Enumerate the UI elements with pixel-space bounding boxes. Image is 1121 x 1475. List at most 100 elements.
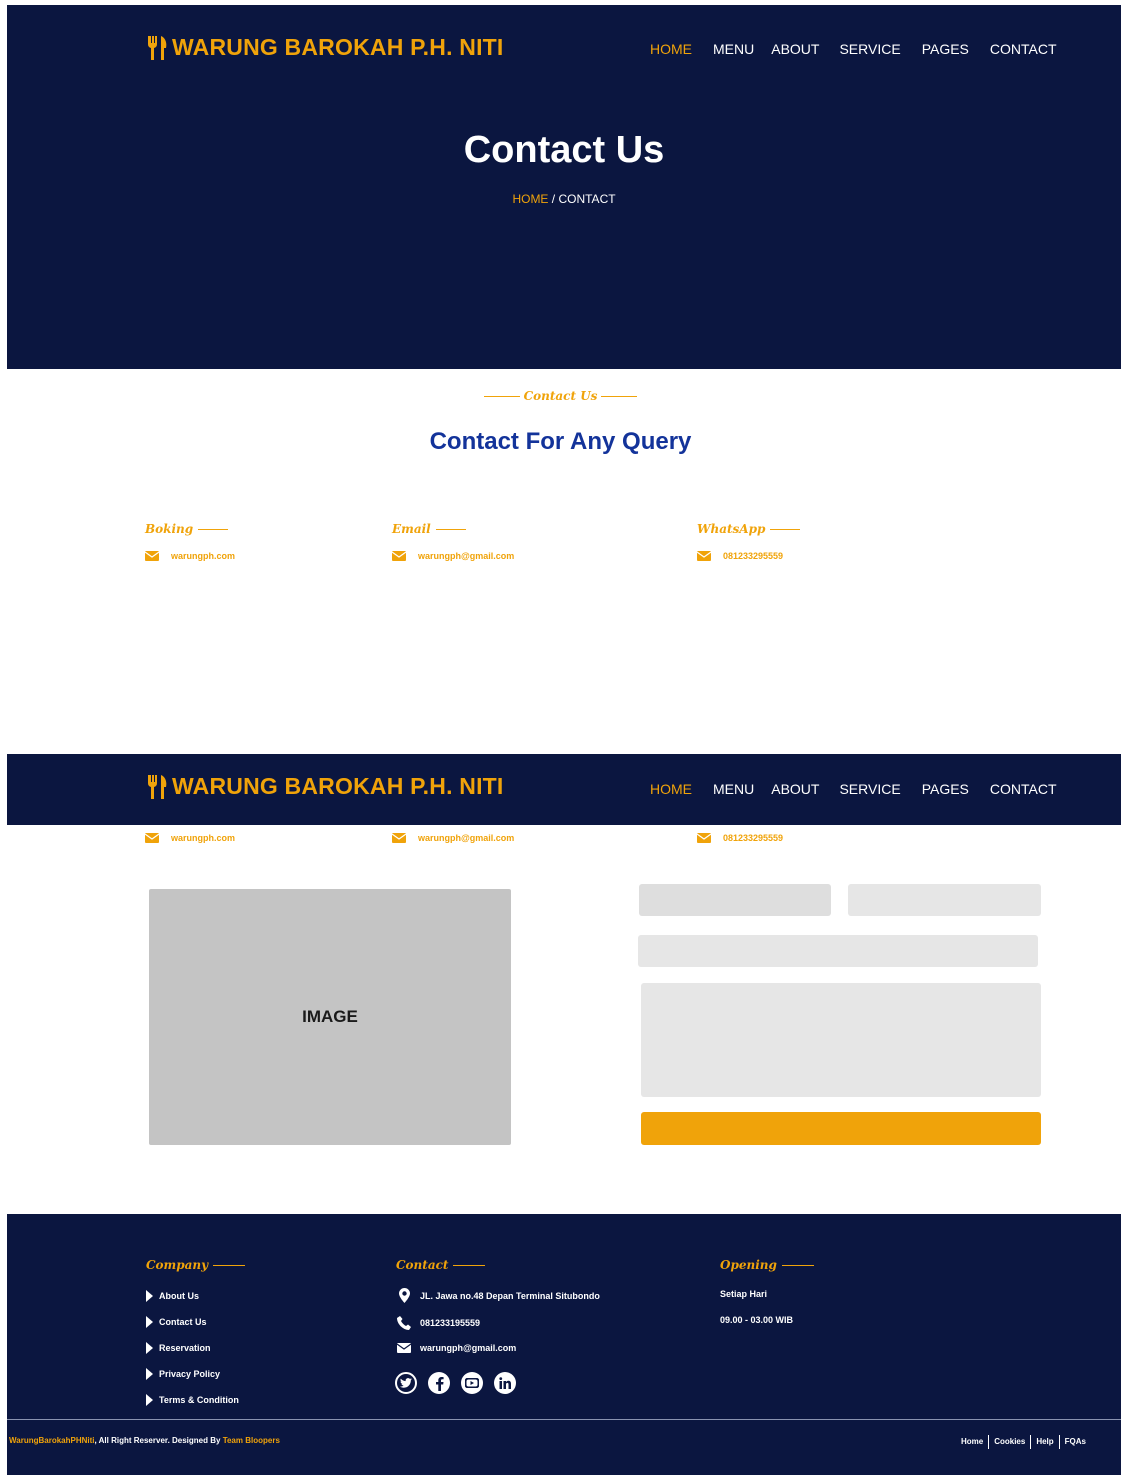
sticky-nav: HOME MENU ABOUT SERVICE PAGES CONTACT	[650, 781, 1057, 797]
twitter-icon[interactable]	[395, 1372, 417, 1394]
youtube-icon[interactable]	[461, 1372, 483, 1394]
footer-link-contact[interactable]: Contact Us	[146, 1316, 207, 1328]
footer-email-text: warungph@gmail.com	[420, 1343, 517, 1353]
footer-email[interactable]: warungph@gmail.com	[395, 1343, 516, 1353]
nav-service[interactable]: SERVICE	[839, 781, 900, 797]
heading-line	[213, 1264, 246, 1266]
footer-address-text: JL. Jawa no.48 Depan Terminal Situbondo	[420, 1290, 600, 1301]
caret-right-icon	[146, 1290, 153, 1302]
footer-link-terms[interactable]: Terms & Condition	[146, 1394, 239, 1406]
facebook-icon[interactable]	[428, 1372, 450, 1394]
main-nav: HOME MENU ABOUT SERVICE PAGES CONTACT	[650, 41, 1057, 57]
nav-contact[interactable]: CONTACT	[990, 781, 1057, 797]
map-pin-icon	[398, 1288, 410, 1303]
bottom-links: Home Cookies Help FQAs	[956, 1435, 1091, 1449]
breadcrumb-separator: /	[548, 192, 559, 206]
image-placeholder: IMAGE	[149, 889, 511, 1145]
nav-about[interactable]: ABOUT	[771, 41, 819, 57]
footer-link-label: About Us	[159, 1291, 199, 1301]
info-booking[interactable]: warungph.com	[145, 551, 235, 561]
footer-link-reservation[interactable]: Reservation	[146, 1342, 211, 1354]
heading-line	[770, 528, 801, 530]
info-heading-email: Email	[392, 522, 466, 536]
info-email[interactable]: warungph@gmail.com	[392, 551, 514, 561]
nav-about[interactable]: ABOUT	[771, 781, 819, 797]
email-input[interactable]	[848, 884, 1041, 916]
copyright-team[interactable]: Team Bloopers	[223, 1436, 280, 1445]
utensils-icon	[147, 774, 167, 799]
footer-address: JL. Jawa no.48 Depan Terminal Situbondo	[395, 1288, 600, 1303]
envelope-icon	[392, 551, 406, 561]
brand-logo[interactable]: WARUNG BAROKAH P.H. NITI	[146, 34, 504, 61]
caret-right-icon	[146, 1368, 153, 1380]
name-input[interactable]	[639, 884, 831, 916]
heading-line	[781, 1264, 814, 1266]
section-title: Contact For Any Query	[429, 428, 692, 455]
info-whatsapp[interactable]: 081233295559	[697, 833, 783, 843]
footer-heading-company: Company	[146, 1258, 246, 1272]
heading-line	[453, 1264, 486, 1266]
kicker-line-right	[601, 395, 638, 397]
footer-link-about[interactable]: About Us	[146, 1290, 199, 1302]
envelope-icon	[397, 1343, 411, 1353]
breadcrumb: HOME / CONTACT	[7, 192, 1121, 206]
social-links	[395, 1372, 527, 1394]
submit-button[interactable]	[641, 1112, 1041, 1145]
kicker-line-left	[483, 395, 520, 397]
footer-phone[interactable]: 081233195559	[395, 1316, 480, 1330]
nav-pages[interactable]: PAGES	[922, 781, 969, 797]
linkedin-icon[interactable]	[494, 1372, 516, 1394]
envelope-icon	[392, 833, 406, 843]
subject-input[interactable]	[638, 935, 1038, 967]
image-label: IMAGE	[302, 1007, 358, 1026]
nav-pages[interactable]: PAGES	[922, 41, 969, 57]
info-whatsapp-value: 081233295559	[723, 833, 784, 843]
footer-link-privacy[interactable]: Privacy Policy	[146, 1368, 220, 1380]
utensils-icon	[147, 35, 167, 60]
copyright-brand[interactable]: WarungBarokahPHNiti	[9, 1436, 95, 1445]
kicker-text: Contact Us	[523, 389, 598, 403]
opening-days: Setiap Hari	[720, 1289, 768, 1299]
brand-name: WARUNG BAROKAH P.H. NITI	[172, 773, 504, 799]
footer-phone-text: 081233195559	[420, 1318, 481, 1328]
heading-line	[435, 528, 466, 530]
bottom-link-faqs[interactable]: FQAs	[1058, 1435, 1091, 1449]
nav-menu[interactable]: MENU	[713, 41, 754, 57]
footer-heading-text: Contact	[396, 1258, 449, 1272]
bottom-link-cookies[interactable]: Cookies	[988, 1435, 1030, 1449]
envelope-icon	[697, 833, 711, 843]
nav-service[interactable]: SERVICE	[839, 41, 900, 57]
info-booking[interactable]: warungph.com	[145, 833, 235, 843]
section-kicker: Contact Us	[0, 389, 1121, 403]
info-heading-whatsapp: WhatsApp	[697, 522, 801, 536]
nav-menu[interactable]: MENU	[713, 781, 754, 797]
nav-contact[interactable]: CONTACT	[990, 41, 1057, 57]
page-title: Contact Us	[463, 129, 665, 171]
info-email-value: warungph@gmail.com	[418, 551, 515, 561]
hero-header: WARUNG BAROKAH P.H. NITI HOME MENU ABOUT…	[7, 5, 1121, 369]
info-whatsapp[interactable]: 081233295559	[697, 551, 783, 561]
envelope-icon	[697, 551, 711, 561]
info-booking-value: warungph.com	[171, 551, 236, 561]
footer-link-label: Privacy Policy	[159, 1369, 221, 1379]
brand-name: WARUNG BAROKAH P.H. NITI	[172, 34, 504, 60]
info-heading-text: Boking	[145, 522, 194, 536]
breadcrumb-home[interactable]: HOME	[512, 192, 548, 206]
info-heading-text: WhatsApp	[697, 522, 766, 536]
brand-logo[interactable]: WARUNG BAROKAH P.H. NITI	[146, 773, 504, 800]
footer-divider	[7, 1419, 1121, 1420]
message-textarea[interactable]	[641, 983, 1041, 1097]
info-email[interactable]: warungph@gmail.com	[392, 833, 514, 843]
bottom-link-home[interactable]: Home	[956, 1435, 988, 1449]
info-email-value: warungph@gmail.com	[418, 833, 515, 843]
envelope-icon	[145, 833, 159, 843]
bottom-link-help[interactable]: Help	[1030, 1435, 1058, 1449]
info-heading-text: Email	[392, 522, 431, 536]
footer-link-label: Contact Us	[159, 1317, 207, 1327]
phone-icon	[397, 1316, 411, 1330]
breadcrumb-current: CONTACT	[558, 192, 616, 206]
opening-hours: 09.00 - 03.00 WIB	[720, 1315, 794, 1325]
nav-home[interactable]: HOME	[650, 781, 692, 797]
footer-heading-contact: Contact	[396, 1258, 486, 1272]
nav-home[interactable]: HOME	[650, 41, 692, 57]
